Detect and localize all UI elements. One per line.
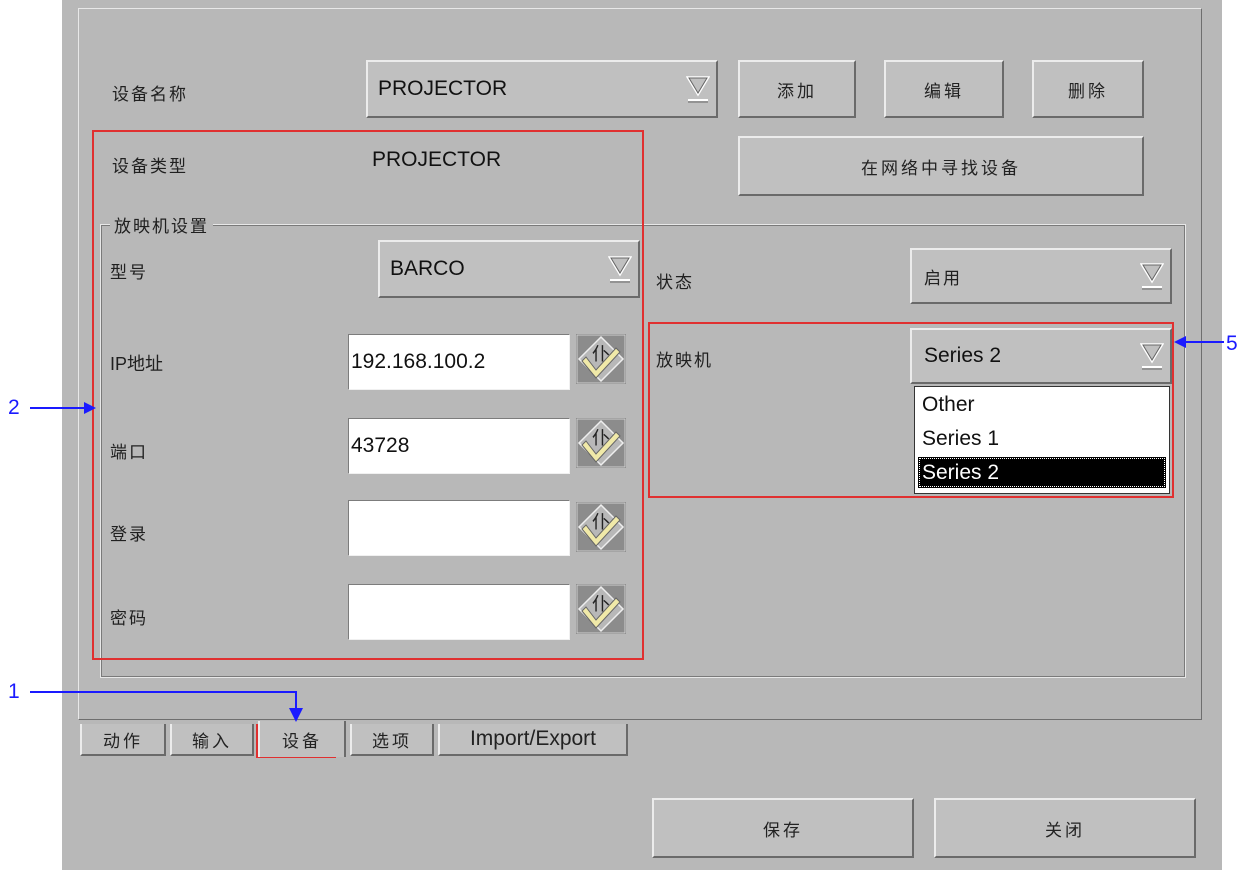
status-label: 状态 xyxy=(656,273,694,293)
status-value: 启用 xyxy=(924,268,962,289)
device-name-value: PROJECTOR xyxy=(378,77,508,100)
device-name-label: 设备名称 xyxy=(112,85,188,105)
tab-import-export[interactable]: Import/Export xyxy=(438,724,628,756)
callout-2-label: 2 xyxy=(8,396,20,419)
add-button[interactable]: 添加 xyxy=(738,60,856,118)
close-button[interactable]: 关闭 xyxy=(934,798,1196,858)
chevron-down-icon xyxy=(1140,263,1164,290)
tab-options[interactable]: 选项 xyxy=(350,724,434,756)
tab-input[interactable]: 输入 xyxy=(170,724,254,756)
callout-5-label: 5 xyxy=(1226,332,1238,355)
edit-button[interactable]: 编辑 xyxy=(884,60,1004,118)
tab-actions[interactable]: 动作 xyxy=(80,724,166,756)
callout-2-arrow-icon xyxy=(30,402,96,414)
status-dropdown[interactable]: 启用 xyxy=(910,248,1172,304)
callout-5-arrow-icon xyxy=(1174,336,1224,348)
highlight-projector-series-region xyxy=(648,322,1174,498)
device-name-dropdown[interactable]: PROJECTOR xyxy=(366,60,718,118)
save-button[interactable]: 保存 xyxy=(652,798,914,858)
callout-1-label: 1 xyxy=(8,680,20,703)
chevron-down-icon xyxy=(686,76,710,103)
find-device-on-network-button[interactable]: 在网络中寻找设备 xyxy=(738,136,1144,196)
callout-1-arrow-icon xyxy=(30,691,303,722)
delete-button[interactable]: 删除 xyxy=(1032,60,1144,118)
tab-devices[interactable]: 设备 xyxy=(258,721,346,757)
highlight-settings-region xyxy=(92,130,644,660)
